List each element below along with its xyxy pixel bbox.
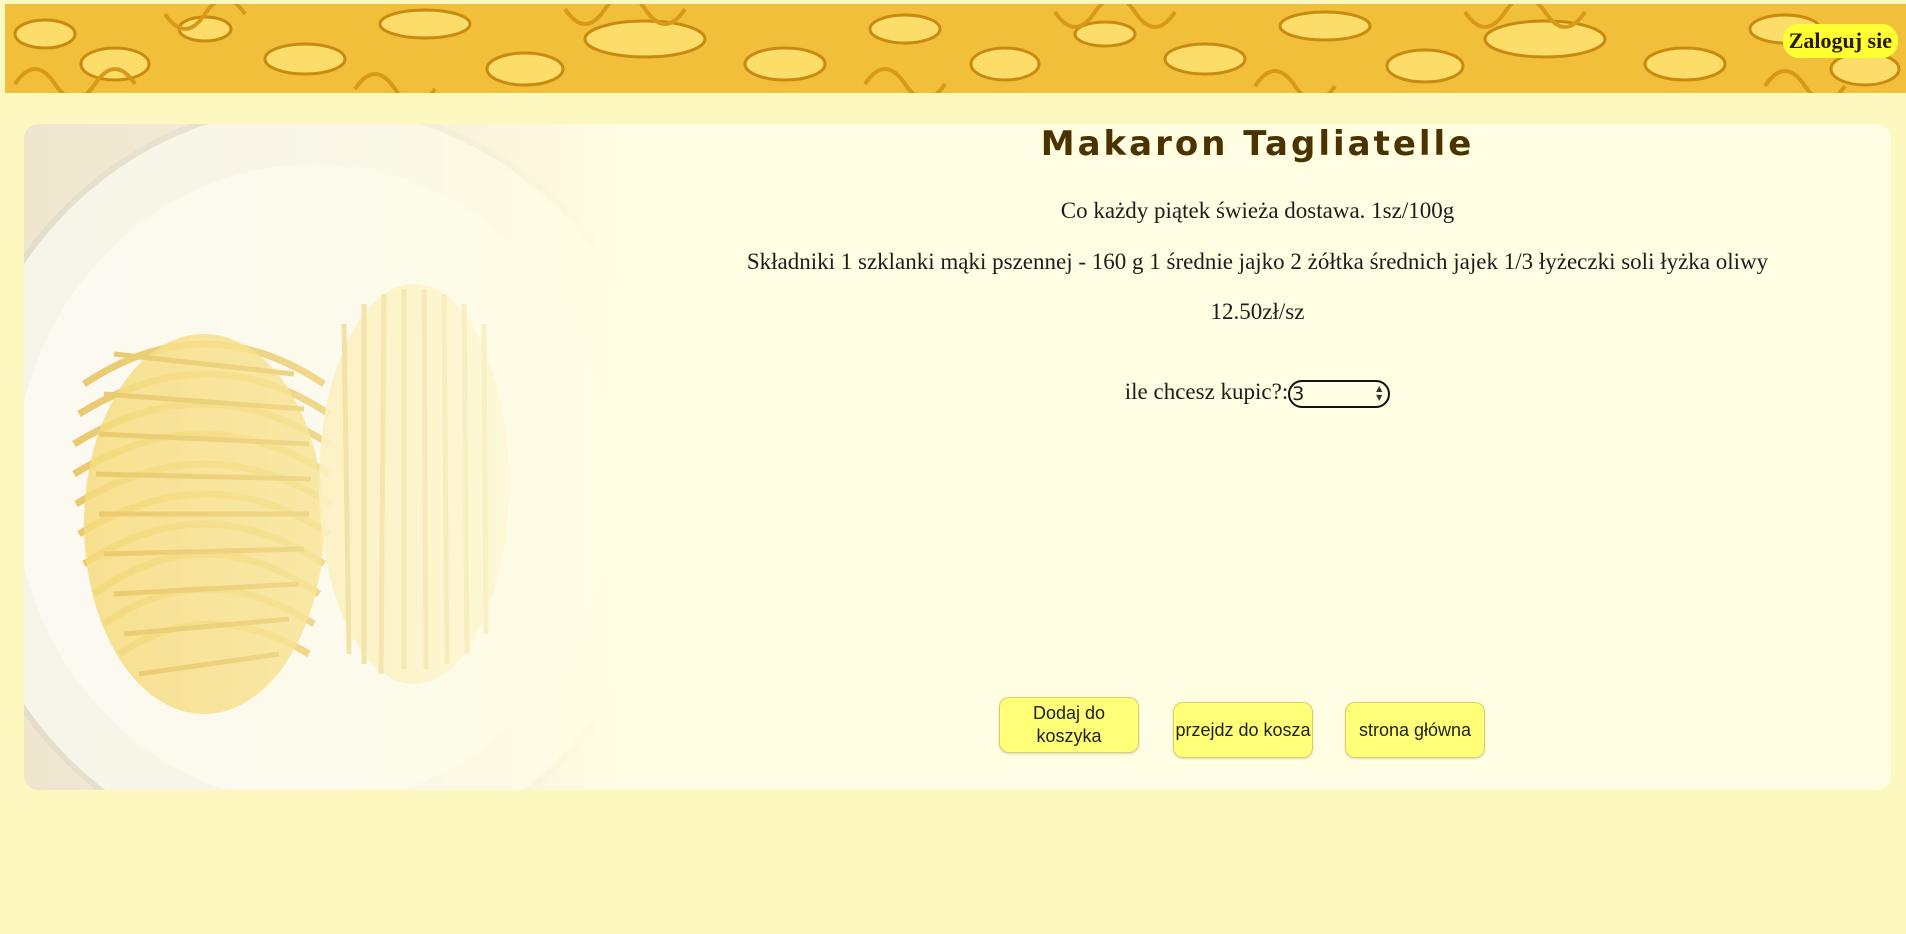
pasta-banner-image: [5, 4, 1906, 93]
go-to-cart-button[interactable]: przejdz do kosza: [1173, 702, 1313, 758]
quantity-label: ile chcesz kupic?:: [1124, 379, 1289, 404]
quantity-value: 3: [1292, 382, 1305, 405]
delivery-text: Co każdy piątek świeża dostawa. 1sz/100g: [1060, 198, 1455, 223]
ingredients-text: Składniki 1 szklanki mąki pszennej - 160…: [746, 249, 1769, 274]
product-panel: Makaron Tagliatelle Co każdy piątek świe…: [24, 124, 1891, 790]
price-text: 12.50zł/sz: [1210, 299, 1305, 324]
product-title: Makaron Tagliatelle: [1040, 124, 1475, 164]
quantity-row: ile chcesz kupic?: 3 ▲ ▼: [624, 379, 1891, 408]
product-photo: [24, 124, 677, 790]
quantity-input[interactable]: 3 ▲ ▼: [1288, 379, 1391, 408]
home-page-button[interactable]: strona główna: [1345, 702, 1485, 758]
number-stepper-icon[interactable]: ▲ ▼: [1376, 384, 1382, 402]
add-to-cart-button[interactable]: Dodaj do koszyka: [999, 697, 1139, 753]
login-button[interactable]: Zaloguj sie: [1782, 24, 1898, 58]
photo-fade-overlay: [24, 124, 624, 790]
header-banner: Zaloguj sie: [5, 4, 1906, 93]
